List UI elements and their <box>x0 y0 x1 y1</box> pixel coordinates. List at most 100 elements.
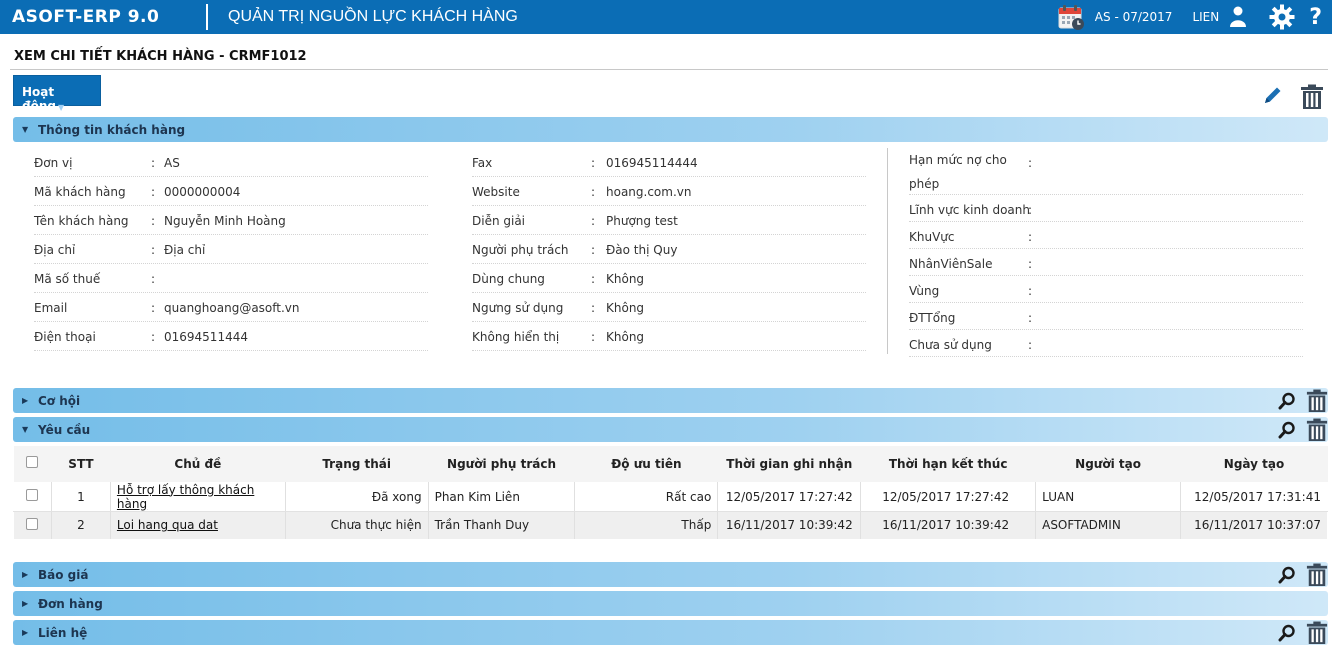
cell-creator: ASOFTADMIN <box>1035 510 1182 540</box>
info-row: Lĩnh vực kinh doanh: <box>909 195 1303 222</box>
info-row: Mã số thuế: <box>34 264 428 293</box>
cell-stt: 1 <box>50 481 111 512</box>
delete-icon[interactable] <box>1300 84 1324 113</box>
row-checkbox[interactable] <box>13 481 52 512</box>
collapse-arrow-icon[interactable]: ▼ <box>22 425 28 434</box>
table-row[interactable]: 2 Loi hang qua dat Chưa thực hiện Trần T… <box>13 510 1328 540</box>
column-header[interactable]: Người tạo <box>1035 446 1181 482</box>
cell-created: 16/11/2017 10:37:07 <box>1180 510 1328 540</box>
info-row: KhuVực: <box>909 222 1303 249</box>
field-value: Không <box>606 330 645 344</box>
header-tools: AS - 07/2017 LIEN ? <box>1057 0 1332 34</box>
period-label[interactable]: AS - 07/2017 <box>1095 10 1173 24</box>
field-label: Địa chỉ <box>34 243 76 257</box>
field-value: 01694511444 <box>164 330 248 344</box>
select-all-checkbox[interactable] <box>13 446 52 482</box>
field-value: hoang.com.vn <box>606 185 692 199</box>
section-opportunities[interactable]: ▶ Cơ hội <box>13 388 1328 413</box>
actions-dropdown-button[interactable]: Hoạt động ▼ <box>13 75 101 113</box>
info-row: Không hiển thị: Không <box>472 322 866 351</box>
column-header[interactable]: Thời hạn kết thúc <box>860 446 1036 482</box>
field-colon: : <box>1028 230 1033 244</box>
search-icon[interactable] <box>1278 421 1296 439</box>
info-row: Vùng: <box>909 276 1303 303</box>
field-label: Ngưng sử dụng <box>472 301 564 315</box>
field-label: ĐTTổng <box>909 311 956 325</box>
field-label: Đơn vị <box>34 156 73 170</box>
section-customer-info[interactable]: ▼ Thông tin khách hàng <box>13 117 1328 142</box>
field-value: AS <box>164 156 180 170</box>
field-colon: : <box>1028 203 1033 217</box>
field-label: Website <box>472 185 520 199</box>
field-colon: : <box>151 214 156 228</box>
field-colon: : <box>151 156 156 170</box>
field-colon: : <box>151 243 156 257</box>
edit-icon[interactable] <box>1262 84 1284 109</box>
topic-link[interactable]: Hỗ trợ lấy thông khách hàng <box>117 483 254 511</box>
section-label: Cơ hội <box>38 394 81 408</box>
field-label: Người phụ trách <box>472 243 569 257</box>
field-value: quanghoang@asoft.vn <box>164 301 300 315</box>
delete-icon[interactable] <box>1306 563 1328 587</box>
section-contacts[interactable]: ▶ Liên hệ <box>13 620 1328 645</box>
info-row: Email: quanghoang@asoft.vn <box>34 293 428 322</box>
field-value: 0000000004 <box>164 185 241 199</box>
field-value: Địa chỉ <box>164 243 206 257</box>
cell-priority: Thấp <box>574 510 719 540</box>
column-header[interactable]: Chủ đề <box>110 446 286 482</box>
delete-icon[interactable] <box>1306 418 1328 442</box>
search-icon[interactable] <box>1278 566 1296 584</box>
expand-arrow-icon[interactable]: ▶ <box>22 396 28 405</box>
info-row: Đơn vị: AS <box>34 148 428 177</box>
column-header[interactable]: Ngày tạo <box>1180 446 1328 482</box>
field-value: Không <box>606 272 645 286</box>
cell-deadline: 16/11/2017 10:39:42 <box>860 510 1037 540</box>
cell-creator: LUAN <box>1035 481 1182 512</box>
field-colon: : <box>1028 284 1033 298</box>
module-title: QUẢN TRỊ NGUỒN LỰC KHÁCH HÀNG <box>228 8 518 25</box>
help-icon[interactable]: ? <box>1309 5 1322 30</box>
expand-arrow-icon[interactable]: ▶ <box>22 628 28 637</box>
field-colon: : <box>1028 311 1033 325</box>
column-header[interactable]: Trạng thái <box>285 446 429 482</box>
gear-icon[interactable] <box>1269 4 1295 30</box>
user-icon[interactable] <box>1229 6 1247 28</box>
search-icon[interactable] <box>1278 392 1296 410</box>
app-brand[interactable]: ASOFT-ERP 9.0 <box>0 7 206 27</box>
collapse-arrow-icon[interactable]: ▼ <box>22 125 28 134</box>
cell-deadline: 12/05/2017 17:27:42 <box>860 481 1037 512</box>
field-label: NhânViênSale <box>909 257 993 271</box>
page-title: XEM CHI TIẾT KHÁCH HÀNG - CRMF1012 <box>14 49 307 64</box>
section-requests[interactable]: ▼ Yêu cầu <box>13 417 1328 442</box>
field-colon: : <box>591 330 596 344</box>
calendar-icon[interactable] <box>1057 3 1085 31</box>
info-row: Dùng chung: Không <box>472 264 866 293</box>
field-label: Mã số thuế <box>34 272 101 286</box>
cell-status: Đã xong <box>284 481 429 512</box>
topic-link[interactable]: Loi hang qua dat <box>117 518 218 532</box>
column-header[interactable]: Người phụ trách <box>428 446 575 482</box>
expand-arrow-icon[interactable]: ▶ <box>22 599 28 608</box>
cell-recorded: 16/11/2017 10:39:42 <box>717 510 862 540</box>
field-label: Dùng chung <box>472 272 545 286</box>
expand-arrow-icon[interactable]: ▶ <box>22 570 28 579</box>
field-label: Điện thoại <box>34 330 96 344</box>
delete-icon[interactable] <box>1306 621 1328 645</box>
info-row: Mã khách hàng:0000000004 <box>34 177 428 206</box>
info-row: ĐTTổng: <box>909 303 1303 330</box>
row-checkbox[interactable] <box>13 510 52 540</box>
column-header[interactable]: Thời gian ghi nhận <box>717 446 861 482</box>
column-header[interactable]: Độ ưu tiên <box>574 446 718 482</box>
user-name[interactable]: LIEN <box>1192 10 1219 24</box>
section-quotations[interactable]: ▶ Báo giá <box>13 562 1328 587</box>
field-colon: : <box>591 185 596 199</box>
info-row: NhânViênSale: <box>909 249 1303 276</box>
section-orders[interactable]: ▶ Đơn hàng <box>13 591 1328 616</box>
column-header[interactable]: STT <box>51 446 111 482</box>
table-row[interactable]: 1 Hỗ trợ lấy thông khách hàng Đã xong Ph… <box>13 481 1328 512</box>
cell-recorded: 12/05/2017 17:27:42 <box>717 481 862 512</box>
cell-created: 12/05/2017 17:31:41 <box>1180 481 1328 512</box>
field-label: Không hiển thị <box>472 330 560 344</box>
search-icon[interactable] <box>1278 624 1296 642</box>
delete-icon[interactable] <box>1306 389 1328 413</box>
